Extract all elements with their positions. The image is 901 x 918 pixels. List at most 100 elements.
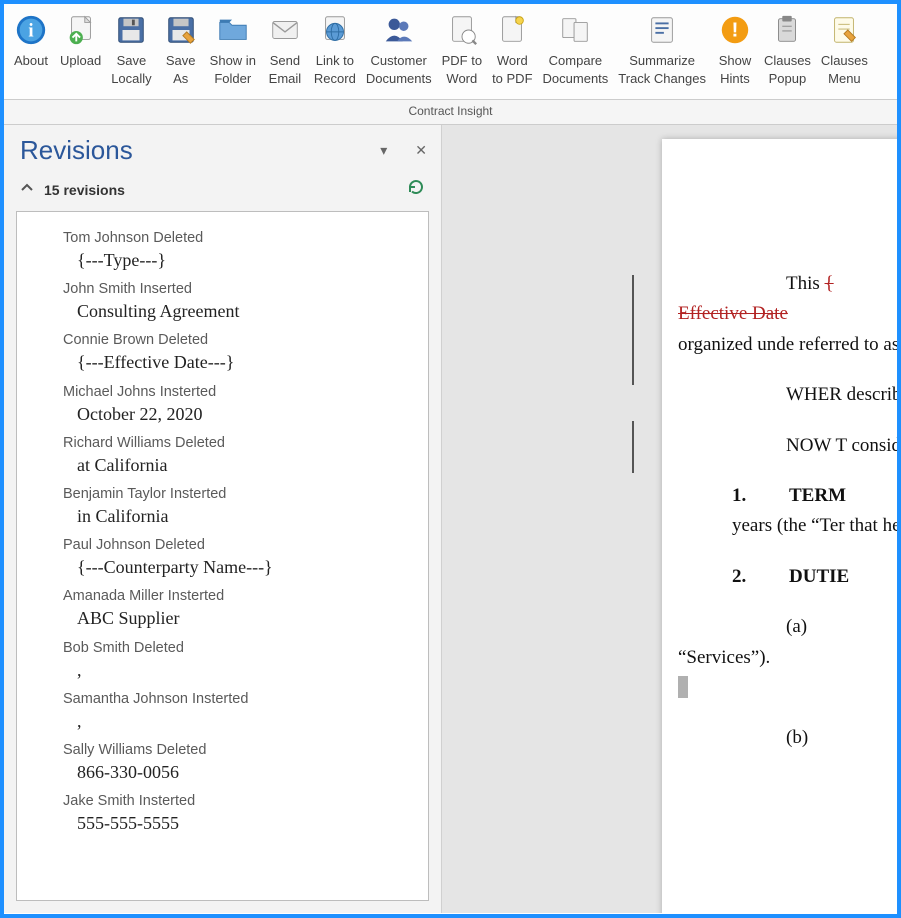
clipboard-icon bbox=[769, 12, 805, 48]
svg-text:!: ! bbox=[731, 19, 738, 42]
revision-content: at California bbox=[31, 453, 414, 478]
revision-content: 555-555-5555 bbox=[31, 811, 414, 836]
change-bar bbox=[632, 275, 634, 385]
revision-item[interactable]: Richard Williams Deleted at California bbox=[25, 435, 420, 478]
revision-meta: Jake Smith Insterted bbox=[31, 793, 414, 809]
show-in-folder-label: Show in Folder bbox=[210, 52, 256, 87]
revision-meta: Paul Johnson Deleted bbox=[31, 537, 414, 553]
compare-documents-label: Compare Documents bbox=[543, 52, 609, 87]
document-paragraph: This { Effective Date organized unde ref… bbox=[732, 269, 897, 360]
revision-meta: Tom Johnson Deleted bbox=[31, 230, 414, 246]
upload-icon bbox=[63, 12, 99, 48]
document-section: 2. DUTIE bbox=[732, 562, 897, 592]
change-bar bbox=[632, 421, 634, 473]
close-icon[interactable]: ✕ bbox=[415, 142, 427, 159]
revision-meta: Michael Johns Insterted bbox=[31, 384, 414, 400]
document-section: 1. TERM years (the “Ter that he/she wi e… bbox=[732, 481, 897, 542]
mail-icon bbox=[267, 12, 303, 48]
word-to-pdf-icon bbox=[494, 12, 530, 48]
clauses-menu-button[interactable]: Clauses Menu bbox=[817, 10, 872, 87]
upload-button[interactable]: Upload bbox=[56, 10, 105, 70]
revision-item[interactable]: John Smith Inserted Consulting Agreement bbox=[25, 281, 420, 324]
revision-item[interactable]: Jake Smith Insterted 555-555-5555 bbox=[25, 793, 420, 836]
revision-item[interactable]: Paul Johnson Deleted {---Counterparty Na… bbox=[25, 537, 420, 580]
pdf-to-word-icon bbox=[444, 12, 480, 48]
revision-item[interactable]: Samantha Johnson Insterted , bbox=[25, 691, 420, 734]
save-as-button[interactable]: Save As bbox=[158, 10, 204, 87]
info-icon: i bbox=[13, 12, 49, 48]
revision-content: , bbox=[31, 709, 414, 734]
revision-content: {---Counterparty Name---} bbox=[31, 555, 414, 580]
revision-content: October 22, 2020 bbox=[31, 402, 414, 427]
revision-item[interactable]: Michael Johns Insterted October 22, 2020 bbox=[25, 384, 420, 427]
document-area[interactable]: This { Effective Date organized unde ref… bbox=[442, 125, 897, 913]
customer-documents-label: Customer Documents bbox=[366, 52, 432, 87]
save-locally-label: Save Locally bbox=[111, 52, 151, 87]
show-hints-label: Show Hints bbox=[719, 52, 752, 87]
upload-label: Upload bbox=[60, 52, 101, 70]
revision-content: 866-330-0056 bbox=[31, 760, 414, 785]
document-subsection: (b) bbox=[732, 723, 897, 753]
revisions-pane: Revisions ▾ ✕ 15 revisions Tom Johnson D… bbox=[4, 125, 442, 913]
document-page[interactable]: This { Effective Date organized unde ref… bbox=[662, 139, 897, 913]
pdf-to-word-button[interactable]: PDF to Word bbox=[438, 10, 486, 87]
revision-content: Consulting Agreement bbox=[31, 299, 414, 324]
revision-item[interactable]: Connie Brown Deleted {---Effective Date-… bbox=[25, 332, 420, 375]
folder-icon bbox=[215, 12, 251, 48]
send-email-button[interactable]: Send Email bbox=[262, 10, 308, 87]
document-paragraph: NOW T consideration, to, the Compan belo… bbox=[732, 431, 897, 461]
text-cursor bbox=[678, 676, 688, 698]
dropdown-icon[interactable]: ▾ bbox=[380, 142, 387, 159]
word-to-pdf-button[interactable]: Word to PDF bbox=[488, 10, 536, 87]
send-email-label: Send Email bbox=[269, 52, 302, 87]
revision-item[interactable]: Tom Johnson Deleted {---Type---} bbox=[25, 230, 420, 273]
document-paragraph: WHER described here otherwise, in Agreem… bbox=[732, 380, 897, 410]
save-icon bbox=[113, 12, 149, 48]
show-hints-button[interactable]: ! Show Hints bbox=[712, 10, 758, 87]
about-button[interactable]: i About bbox=[8, 10, 54, 70]
compare-icon bbox=[557, 12, 593, 48]
save-as-icon bbox=[163, 12, 199, 48]
show-in-folder-button[interactable]: Show in Folder bbox=[206, 10, 260, 87]
globe-icon bbox=[317, 12, 353, 48]
revision-meta: Richard Williams Deleted bbox=[31, 435, 414, 451]
revisions-count: 15 revisions bbox=[44, 182, 125, 198]
revision-meta: Sally Williams Deleted bbox=[31, 742, 414, 758]
customer-documents-button[interactable]: Customer Documents bbox=[362, 10, 436, 87]
save-as-label: Save As bbox=[166, 52, 196, 87]
revision-meta: Bob Smith Deleted bbox=[31, 640, 414, 656]
revision-item[interactable]: Sally Williams Deleted 866-330-0056 bbox=[25, 742, 420, 785]
revision-content: {---Type---} bbox=[31, 248, 414, 273]
revision-content: , bbox=[31, 658, 414, 683]
revision-item[interactable]: Benjamin Taylor Insterted in California bbox=[25, 486, 420, 529]
revision-meta: Samantha Johnson Insterted bbox=[31, 691, 414, 707]
revision-content: ABC Supplier bbox=[31, 606, 414, 631]
summarize-track-changes-label: Summarize Track Changes bbox=[618, 52, 706, 87]
deleted-text: { bbox=[825, 273, 834, 294]
link-to-record-label: Link to Record bbox=[314, 52, 356, 87]
revisions-list[interactable]: Tom Johnson Deleted {---Type---} John Sm… bbox=[16, 211, 429, 901]
collapse-icon[interactable] bbox=[20, 181, 34, 198]
revision-meta: Benjamin Taylor Insterted bbox=[31, 486, 414, 502]
revision-meta: Amanada Miller Insterted bbox=[31, 588, 414, 604]
about-label: About bbox=[14, 52, 48, 70]
save-locally-button[interactable]: Save Locally bbox=[107, 10, 155, 87]
summarize-track-changes-button[interactable]: Summarize Track Changes bbox=[614, 10, 710, 87]
track-changes-icon bbox=[644, 12, 680, 48]
ribbon-toolbar: i About Upload Save Locally Save As Show… bbox=[4, 4, 897, 100]
deleted-text: Effective Date bbox=[678, 303, 788, 324]
ribbon-group-label: Contract Insight bbox=[4, 100, 897, 125]
people-icon bbox=[381, 12, 417, 48]
revision-item[interactable]: Bob Smith Deleted , bbox=[25, 640, 420, 683]
revisions-title: Revisions bbox=[20, 135, 133, 166]
clauses-popup-label: Clauses Popup bbox=[764, 52, 811, 87]
clauses-popup-button[interactable]: Clauses Popup bbox=[760, 10, 815, 87]
refresh-icon[interactable] bbox=[407, 178, 425, 201]
link-to-record-button[interactable]: Link to Record bbox=[310, 10, 360, 87]
document-subsection: (a) “Services”). bbox=[732, 612, 897, 703]
revision-item[interactable]: Amanada Miller Insterted ABC Supplier bbox=[25, 588, 420, 631]
hints-icon: ! bbox=[717, 12, 753, 48]
svg-text:i: i bbox=[28, 21, 33, 42]
revision-content: in California bbox=[31, 504, 414, 529]
compare-documents-button[interactable]: Compare Documents bbox=[539, 10, 613, 87]
